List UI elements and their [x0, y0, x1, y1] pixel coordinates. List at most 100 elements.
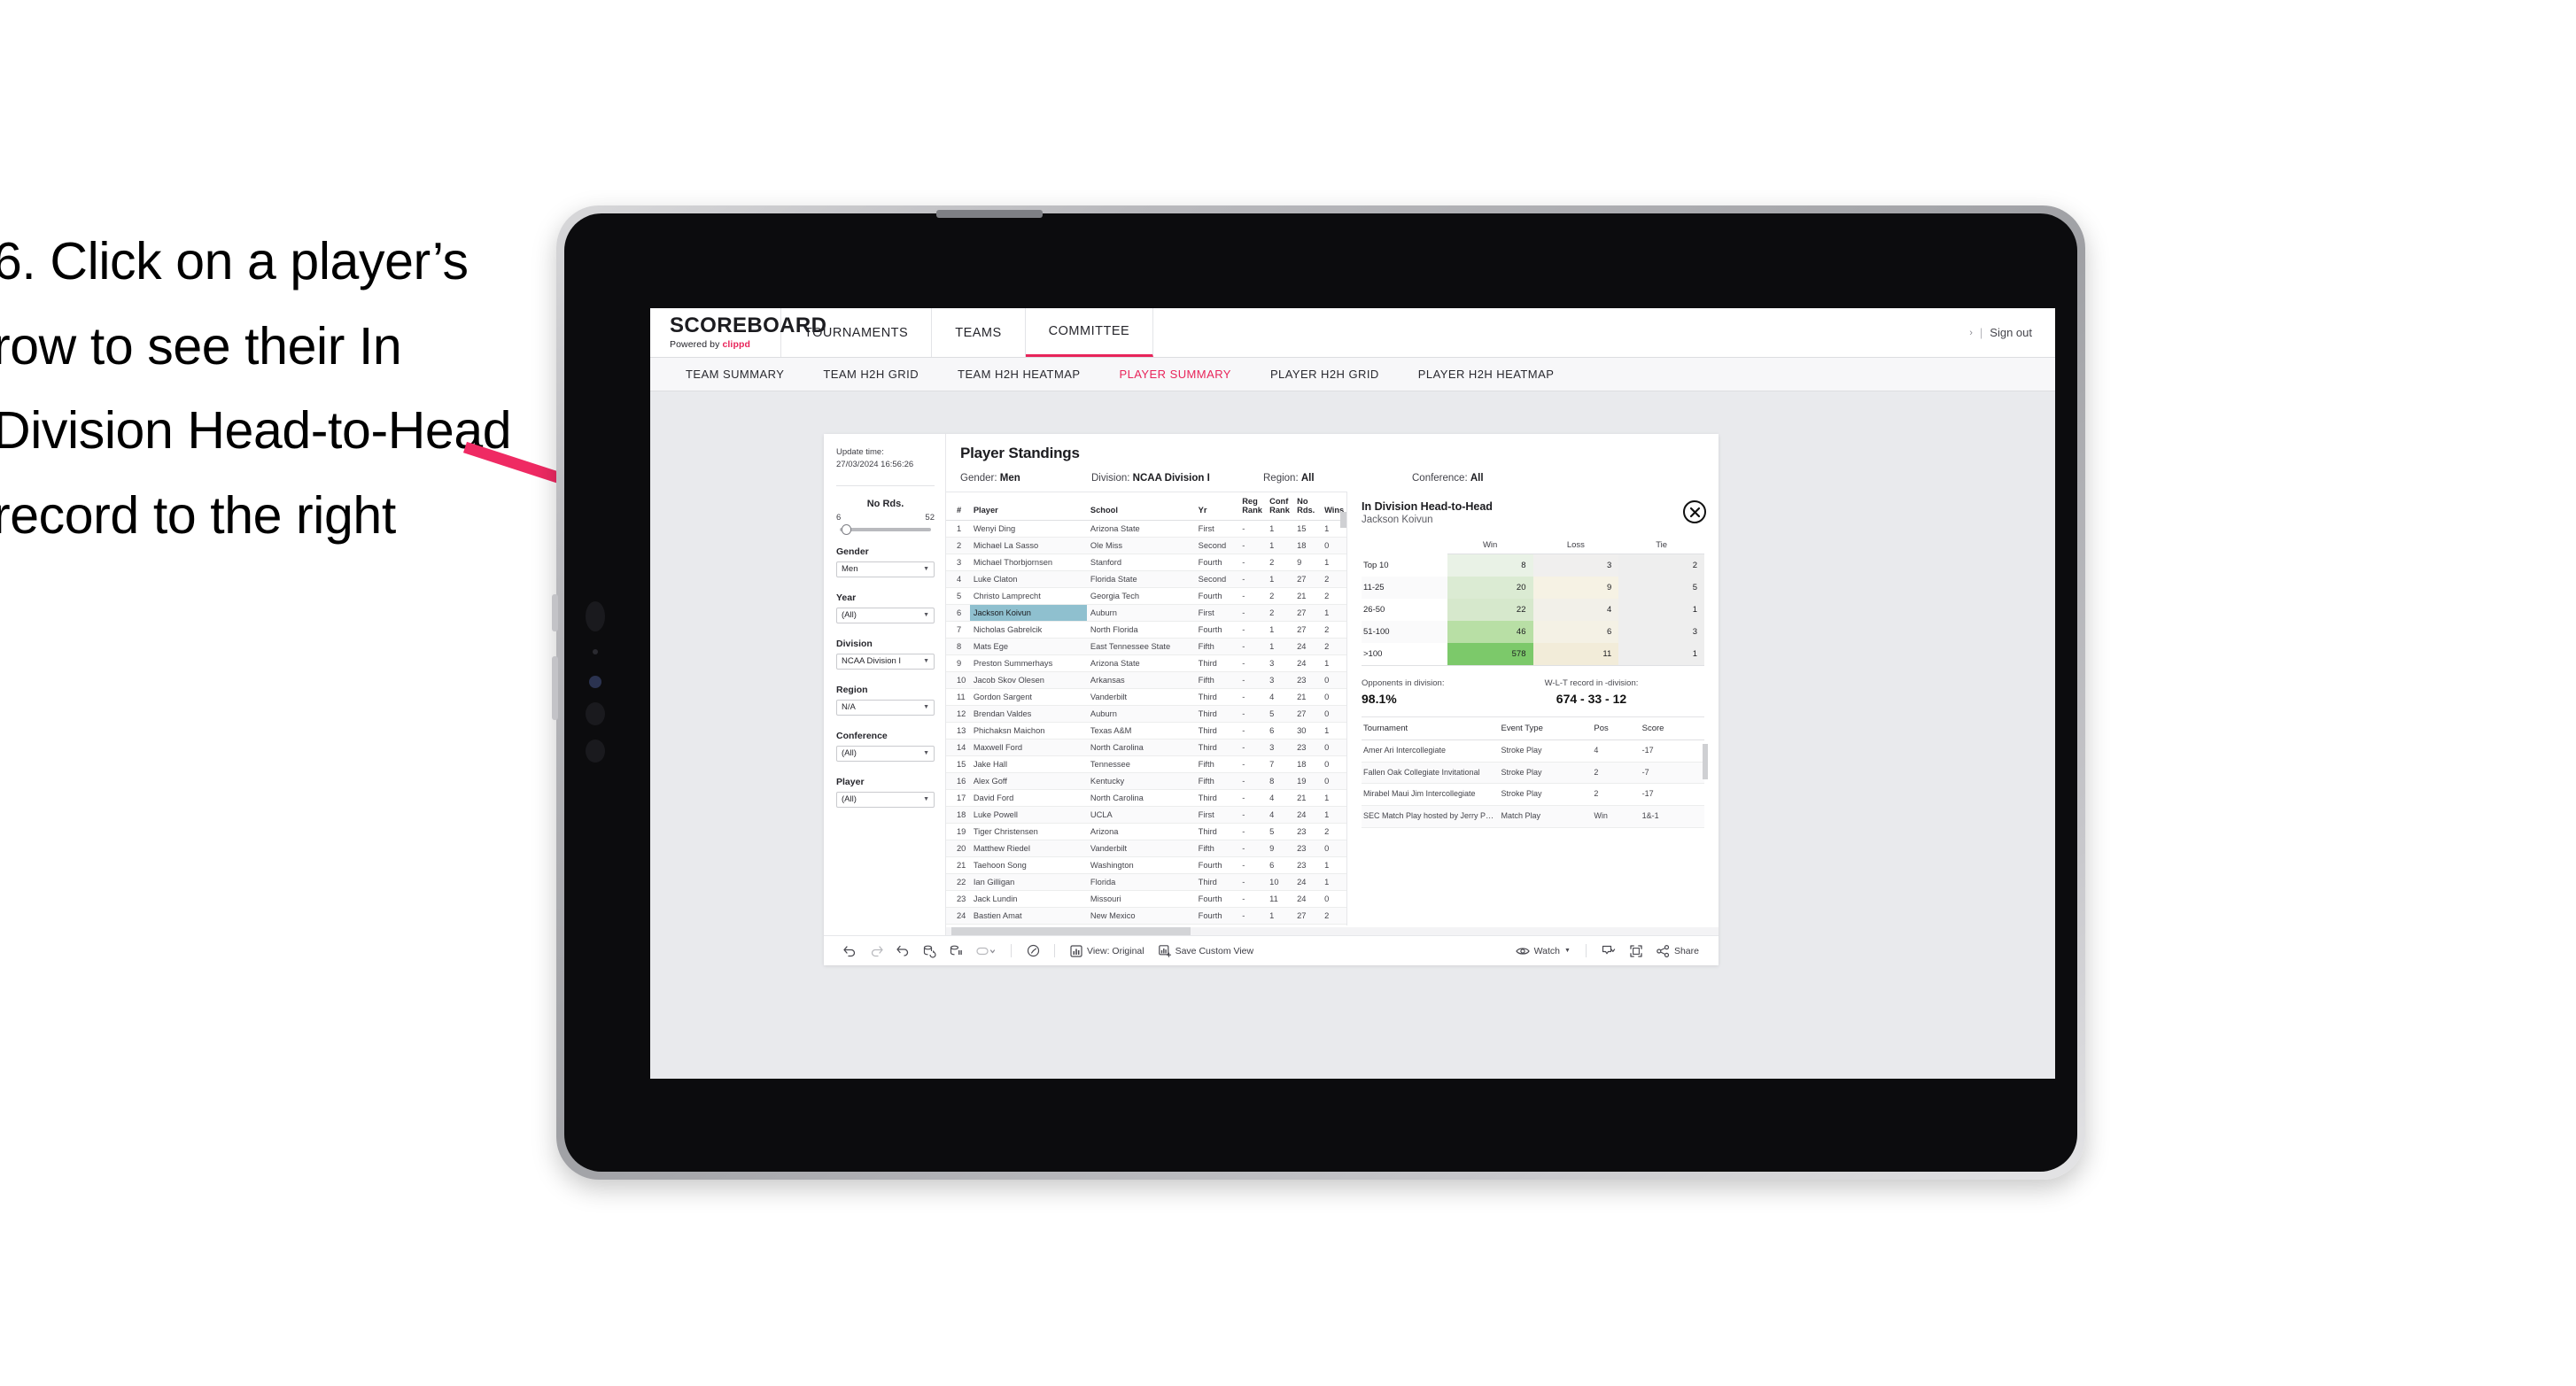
nav-teams[interactable]: TEAMS [932, 308, 1026, 357]
tournament-row[interactable]: SEC Match Play hosted by Jerry Pate Roun… [1362, 805, 1704, 828]
tab-team-h2h-grid[interactable]: TEAM H2H GRID [803, 368, 938, 381]
standings-table: # Player School Yr Reg Rank Conf Rank No Rd… [946, 492, 1346, 935]
col-rank[interactable]: # [946, 492, 970, 521]
h2h-player-name: Jackson Koivun [1362, 515, 1433, 525]
cell-no-rds: 24 [1293, 638, 1322, 655]
undo-icon[interactable] [836, 945, 863, 957]
table-row[interactable]: 19 Tiger Christensen Arizona Third -5 23 2 [946, 823, 1346, 840]
app-logo[interactable]: SCOREBOARD Powered by clippd [650, 308, 826, 357]
cell-no-rds: 24 [1293, 873, 1322, 891]
table-row[interactable]: 14 Maxwell Ford North Carolina Third -3 23 0 [946, 739, 1346, 756]
col-no-rds[interactable]: No Rds. [1293, 492, 1322, 521]
cell-player: Nicholas Gabrelcik [969, 621, 1087, 639]
chevron-down-icon: ▼ [923, 796, 929, 803]
h2h-matrix-table: Win Loss Tie Top 10 8 3 2 11-25 20 9 5 26-50 22 4 1… [1362, 536, 1704, 666]
table-row[interactable]: 1 Wenyi Ding Arizona State First -1 15 1 [946, 520, 1346, 538]
tournament-row[interactable]: Mirabel Maui Jim Intercollegiate Stroke P… [1362, 783, 1704, 807]
cell-reg-rank: - [1238, 890, 1267, 908]
filter-division-select[interactable]: NCAA Division I ▼ [836, 653, 935, 670]
table-row[interactable]: 24 Bastien Amat New Mexico Fourth -1 27 2 [946, 907, 1346, 925]
table-row[interactable]: 15 Jake Hall Tennessee Fifth -7 18 0 [946, 755, 1346, 773]
download-button[interactable] [1594, 945, 1623, 957]
filter-gender-select[interactable]: Men ▼ [836, 561, 935, 577]
no-rds-slider[interactable] [840, 523, 931, 535]
col-conf-rank[interactable]: Conf Rank [1266, 492, 1294, 521]
alerts-icon[interactable] [1020, 944, 1046, 957]
chevron-right-icon[interactable]: › [1969, 328, 1973, 338]
table-row[interactable]: 23 Jack Lundin Missouri Fourth -11 24 0 [946, 890, 1346, 908]
view-original-label: View: Original [1087, 945, 1144, 956]
table-row[interactable]: 16 Alex Goff Kentucky Fifth -8 19 0 [946, 772, 1346, 790]
slider-handle[interactable] [842, 523, 851, 535]
filter-conference: Conference (All) ▼ [836, 731, 935, 762]
volume-up-button[interactable] [552, 594, 558, 631]
view-original-button[interactable]: View: Original [1063, 944, 1152, 957]
scrollbar-thumb[interactable] [951, 927, 1191, 935]
tab-team-h2h-heatmap[interactable]: TEAM H2H HEATMAP [938, 368, 1099, 381]
filter-conference-select[interactable]: (All) ▼ [836, 745, 935, 762]
table-row[interactable]: 22 Ian Gilligan Florida Third -10 24 1 [946, 873, 1346, 891]
fullscreen-button[interactable] [1623, 944, 1649, 957]
table-horizontal-scrollbar[interactable] [946, 927, 1719, 935]
share-button[interactable]: Share [1649, 944, 1706, 957]
cell-player: Gordon Sargent [969, 688, 1087, 706]
tab-player-summary[interactable]: PLAYER SUMMARY [1099, 368, 1250, 381]
filter-player-select[interactable]: (All) ▼ [836, 791, 935, 808]
cell-yr: Fifth [1194, 840, 1239, 857]
table-row[interactable]: 6 Jackson Koivun Auburn First -2 27 1 [946, 604, 1346, 622]
watch-button[interactable]: Watch ▼ [1509, 946, 1578, 956]
tournament-row[interactable]: Amer Ari Intercollegiate Stroke Play 4 -17 [1362, 739, 1704, 763]
table-row[interactable]: 5 Christo Lamprecht Georgia Tech Fourth -2 21… [946, 587, 1346, 605]
table-row[interactable]: 12 Brendan Valdes Auburn Third -5 27 0 [946, 705, 1346, 723]
cell-event-type: Stroke Play [1499, 739, 1593, 763]
refresh-data-icon[interactable] [916, 945, 943, 958]
cell-pos: 2 [1592, 762, 1641, 785]
tournament-row[interactable]: Fallen Oak Collegiate Invitational Stroke… [1362, 762, 1704, 785]
table-row[interactable]: 7 Nicholas Gabrelcik North Florida Fourth -1… [946, 621, 1346, 639]
tab-team-summary[interactable]: TEAM SUMMARY [666, 368, 803, 381]
table-row[interactable]: 8 Mats Ege East Tennessee State Fifth -1 24 2 [946, 638, 1346, 655]
filter-year: Year (All) ▼ [836, 592, 935, 623]
save-custom-view-button[interactable]: Save Custom View [1152, 944, 1261, 957]
table-vertical-scrollbar[interactable] [1340, 512, 1346, 528]
table-row[interactable]: 18 Luke Powell UCLA First -4 24 1 [946, 806, 1346, 824]
table-row[interactable]: 3 Michael Thorbjornsen Stanford Fourth -2 9 1 [946, 554, 1346, 571]
sign-out-link[interactable]: Sign out [1990, 326, 2032, 339]
nav-committee[interactable]: COMMITTEE [1025, 308, 1154, 357]
close-icon[interactable] [1683, 500, 1706, 523]
tab-player-h2h-heatmap[interactable]: PLAYER H2H HEATMAP [1399, 368, 1574, 381]
table-row[interactable]: 2 Michael La Sasso Ole Miss Second -1 18 0 [946, 537, 1346, 554]
cell-event-type: Stroke Play [1499, 783, 1593, 807]
table-row[interactable]: 20 Matthew Riedel Vanderbilt Fifth -9 23 0 [946, 840, 1346, 857]
pause-updates-icon[interactable] [943, 945, 969, 957]
cell-yr: Fourth [1194, 621, 1239, 639]
col-player[interactable]: Player [969, 492, 1087, 521]
highlight-icon[interactable] [969, 946, 1003, 956]
volume-down-button[interactable] [552, 656, 558, 720]
update-time: Update time: 27/03/2024 16:56:26 [836, 446, 935, 471]
cell-rank: 9 [946, 654, 970, 672]
table-row[interactable]: 11 Gordon Sargent Vanderbilt Third -4 21 0 [946, 688, 1346, 706]
cell-no-rds: 24 [1293, 654, 1322, 672]
cell-no-rds: 24 [1293, 806, 1322, 824]
revert-icon[interactable] [889, 945, 916, 956]
table-row[interactable]: 4 Luke Claton Florida State Second -1 27 2 [946, 570, 1346, 588]
filter-year-select[interactable]: (All) ▼ [836, 607, 935, 623]
filter-panel: Update time: 27/03/2024 16:56:26 No Rds.… [824, 434, 946, 935]
cell-tournament-name: SEC Match Play hosted by Jerry Pate Roun… [1362, 805, 1500, 828]
h2h-cell-loss: 9 [1532, 577, 1619, 599]
col-reg-rank[interactable]: Reg Rank [1238, 492, 1267, 521]
table-row[interactable]: 10 Jacob Skov Olesen Arkansas Fifth -3 23 0 [946, 671, 1346, 689]
col-yr[interactable]: Yr [1194, 492, 1239, 521]
tournament-scrollbar[interactable] [1703, 744, 1708, 779]
table-row[interactable]: 9 Preston Summerhays Arizona State Third -3 2… [946, 654, 1346, 672]
power-button[interactable] [936, 210, 1043, 218]
table-row[interactable]: 13 Phichaksn Maichon Texas A&M Third -6 30 1 [946, 722, 1346, 739]
tab-player-h2h-grid[interactable]: PLAYER H2H GRID [1251, 368, 1399, 381]
redo-icon[interactable] [863, 945, 889, 957]
table-row[interactable]: 17 David Ford North Carolina Third -4 21 1 [946, 789, 1346, 807]
nav-tournaments[interactable]: TOURNAMENTS [781, 308, 933, 357]
filter-region-select[interactable]: N/A ▼ [836, 699, 935, 716]
table-row[interactable]: 21 Taehoon Song Washington Fourth -6 23 1 [946, 856, 1346, 874]
col-school[interactable]: School [1086, 492, 1195, 521]
